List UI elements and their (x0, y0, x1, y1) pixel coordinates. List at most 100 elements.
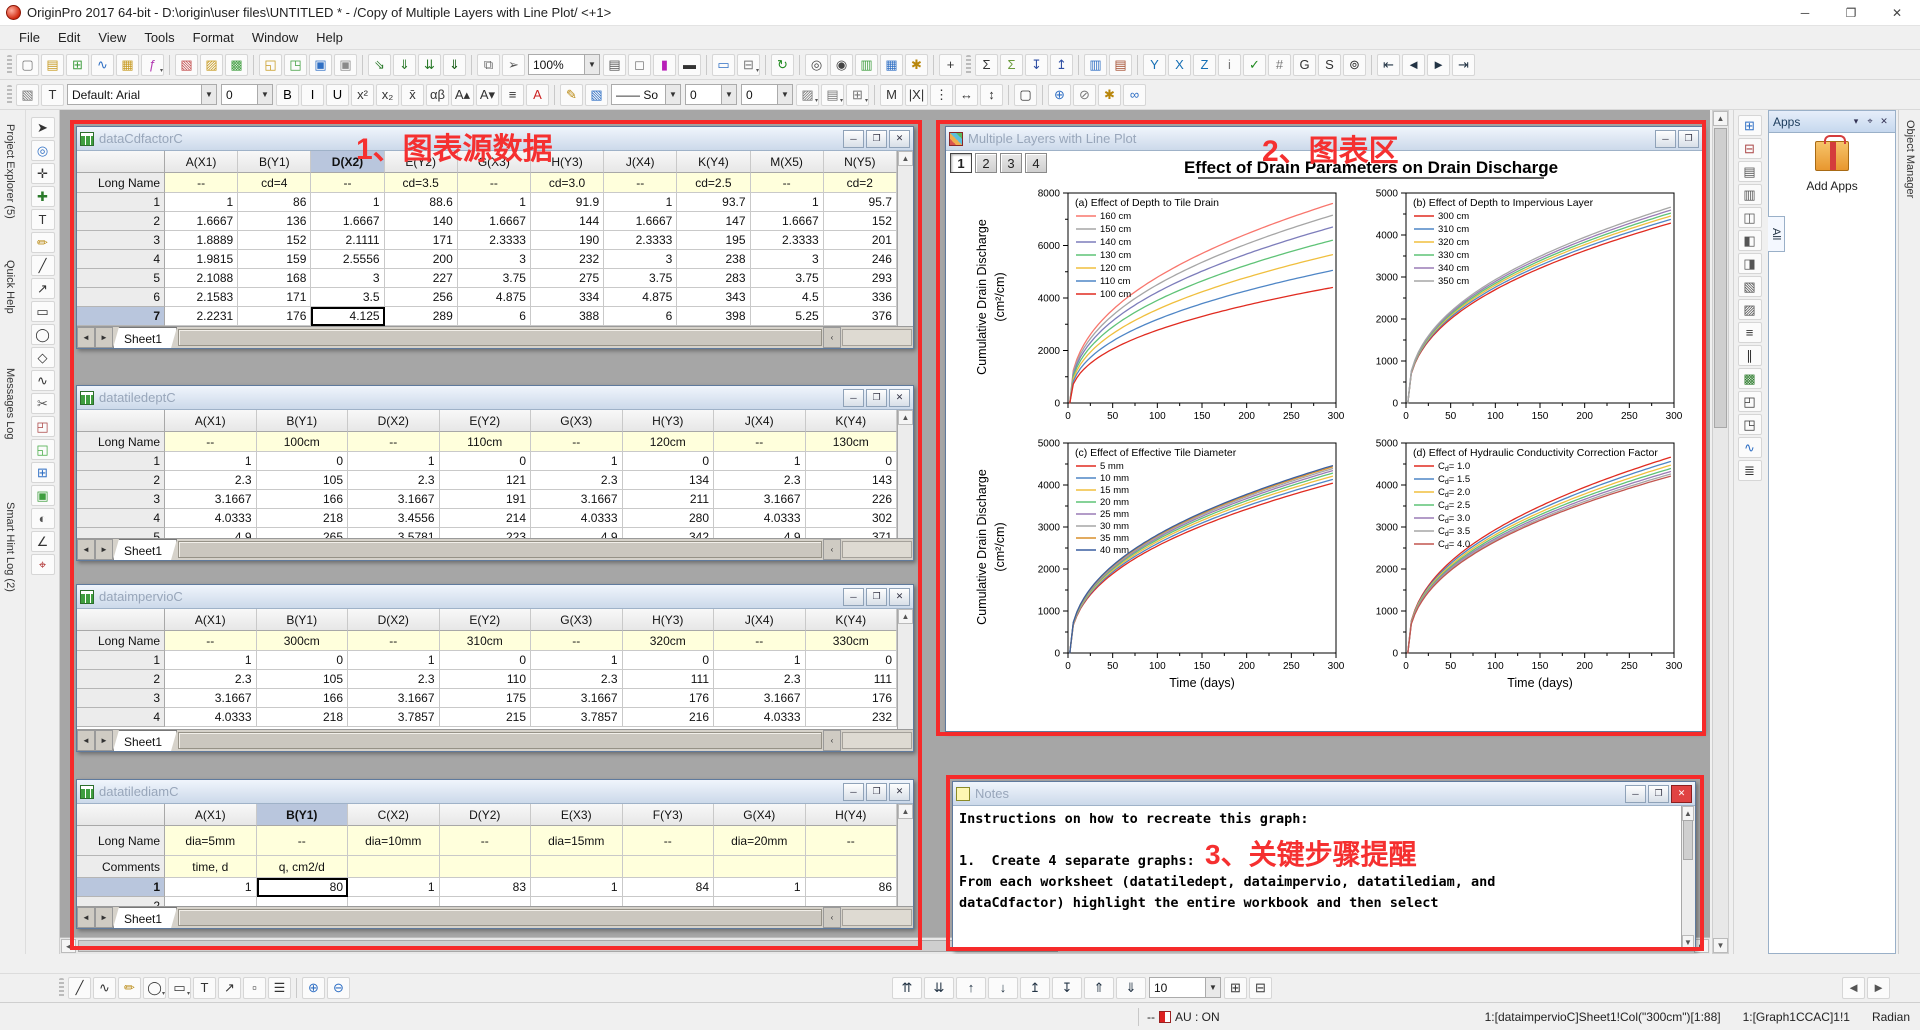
cell[interactable]: 1.6667 (311, 212, 385, 231)
scroll-up-icon[interactable]: ▲ (898, 410, 913, 425)
cell[interactable]: 2.3 (714, 670, 806, 689)
cell[interactable]: 2.1111 (311, 231, 385, 250)
chevron-down-icon[interactable]: ▼ (665, 85, 680, 104)
mask-region-tool-icon[interactable]: ◰ (30, 416, 55, 437)
cell[interactable]: 4.9 (714, 528, 806, 538)
cell[interactable]: 0 (622, 651, 714, 670)
arrange-layers-icon[interactable]: ⊟ ▾ (737, 53, 760, 76)
cell[interactable]: 1 (311, 193, 385, 212)
worksheet-vertical-scrollbar[interactable]: ▲ (897, 151, 913, 326)
column-header[interactable]: D(Y2) (439, 804, 531, 826)
recalculate-icon[interactable]: ↻ (771, 53, 794, 76)
scrollbar-track[interactable] (842, 541, 912, 558)
row-header[interactable]: 3 (77, 490, 165, 509)
column-statistics-icon[interactable]: Σ (1000, 53, 1023, 76)
cell[interactable]: 223 (439, 528, 531, 538)
cell[interactable]: 3.5781 (348, 528, 440, 538)
move-up-icon-icon[interactable]: ↑ (956, 976, 986, 999)
new-function-icon[interactable]: ƒ ▾ (141, 53, 164, 76)
text-tool-icon[interactable]: T (41, 83, 64, 106)
save-template-icon[interactable]: ▣ (334, 53, 357, 76)
close-button[interactable]: ✕ (889, 782, 910, 801)
long-name-cell[interactable]: dia=20mm (714, 826, 806, 856)
sum-statistics-icon[interactable]: Σ (975, 53, 998, 76)
cell[interactable]: 4.0333 (531, 509, 623, 528)
cell[interactable]: 80 (256, 878, 348, 897)
insert-worksheet-tool-icon[interactable]: ▣ (30, 485, 55, 506)
new-notes-icon[interactable]: ▨ (200, 53, 223, 76)
column-header[interactable]: J(X4) (714, 410, 806, 432)
import-single-ascii-icon[interactable]: ⇓ (393, 53, 416, 76)
cell[interactable]: 134 (622, 471, 714, 490)
scroll-left-icon[interactable]: ‹ (823, 327, 841, 348)
cell[interactable]: 293 (823, 269, 897, 288)
column-header[interactable]: B(Y1) (256, 410, 348, 432)
set-as-x-icon[interactable]: X (1168, 53, 1191, 76)
pin-icon[interactable]: ⌖ (1863, 116, 1877, 127)
move-bottom-icon-icon[interactable]: ⇊ (924, 976, 954, 999)
duplicate-window-icon[interactable]: ⧉ (477, 53, 500, 76)
new-excel-icon[interactable]: ▩ (225, 53, 248, 76)
cell[interactable]: 176 (805, 689, 897, 708)
cell[interactable]: 3.75 (604, 269, 678, 288)
bold-button-icon[interactable]: B (276, 83, 299, 106)
superscript-button-icon[interactable]: x² (351, 83, 374, 106)
row-header[interactable]: 4 (77, 708, 165, 727)
cell[interactable]: 280 (622, 509, 714, 528)
scroll-up-icon[interactable]: ▲ (898, 151, 913, 166)
open-file-icon[interactable]: ◱ (259, 53, 282, 76)
stats-on-columns-icon[interactable]: ▥ (1084, 53, 1107, 76)
pencil-draw-icon-icon[interactable]: ✏ (118, 976, 141, 999)
row-header[interactable]: 2 (77, 670, 165, 689)
scroll-up-icon[interactable]: ▲ (898, 609, 913, 624)
column-header[interactable]: B(Y1) (238, 151, 312, 173)
column-header[interactable]: H(Y3) (530, 151, 605, 173)
cell[interactable]: 2.1088 (165, 269, 239, 288)
cell[interactable]: 111 (622, 670, 714, 689)
cell[interactable]: 4.0333 (165, 509, 257, 528)
digitize-icon-icon[interactable]: ➢ (502, 53, 525, 76)
region-zoom-tool-icon[interactable]: ✚ (30, 186, 55, 207)
line-style-combo[interactable]: —— So ▼ (611, 84, 681, 105)
sheet-tab[interactable]: Sheet1 (113, 327, 177, 348)
long-name-cell[interactable]: -- (311, 173, 385, 193)
notes-vertical-scrollbar[interactable]: ▲ ▼ (1681, 806, 1695, 950)
object-size-combo[interactable]: 10 ▼ (1149, 977, 1221, 998)
pattern-fill-3-icon[interactable]: ⊞ ▾ (846, 83, 869, 106)
column-header[interactable]: N(Y5) (823, 151, 897, 173)
horizontal-scrollbar-thumb[interactable] (178, 732, 822, 749)
insert-graph-tool-icon[interactable]: ⊞ (30, 462, 55, 483)
tab-scroll-right-icon[interactable]: ► (95, 907, 113, 928)
font-size-combo[interactable]: 0 ▼ (221, 84, 273, 105)
go-previous-icon[interactable]: ◄ (1402, 53, 1425, 76)
cell[interactable]: 4.5 (750, 288, 824, 307)
column-header[interactable]: A(X1) (165, 804, 257, 826)
go-next-icon[interactable]: ► (1427, 53, 1450, 76)
open-template-icon[interactable]: ◳ (284, 53, 307, 76)
column-header[interactable]: E(Y2) (384, 151, 458, 173)
column-header[interactable]: G(X3) (531, 410, 623, 432)
long-name-cell[interactable]: cd=2 (823, 173, 897, 193)
cell[interactable]: 5.25 (750, 307, 824, 326)
worksheet-window-datatiledeptC-titlebar[interactable]: datatiledeptC ─ ❐ ✕ (77, 386, 913, 410)
scroll-down-icon[interactable]: ▼ (1682, 935, 1694, 950)
cell[interactable]: 3.75 (457, 269, 531, 288)
arrow-tool-icon[interactable]: ↗ (30, 278, 55, 299)
cell[interactable]: 140 (384, 212, 458, 231)
column-header[interactable]: M(X5) (750, 151, 824, 173)
scroll-right-icon[interactable]: ► (1694, 939, 1709, 953)
italic-button-icon[interactable]: I (301, 83, 324, 106)
cell[interactable]: 238 (677, 250, 751, 269)
scroll-left-icon[interactable]: ‹ (823, 730, 841, 751)
scrollbar-track[interactable] (842, 909, 912, 926)
column-header[interactable]: D(X2) (348, 609, 440, 631)
row-header[interactable]: 3 (77, 689, 165, 708)
menu-window[interactable]: Window (243, 28, 307, 47)
new-folder-icon[interactable]: ▤ (41, 53, 64, 76)
line-width-combo[interactable]: 0 ▼ (685, 84, 737, 105)
scrollbar-thumb[interactable] (1683, 820, 1693, 860)
scroll-left-icon[interactable]: ◄ (61, 939, 76, 953)
long-name-cell[interactable]: 300cm (256, 631, 348, 651)
long-name-cell[interactable]: -- (750, 173, 824, 193)
cell[interactable]: 6 (457, 307, 531, 326)
